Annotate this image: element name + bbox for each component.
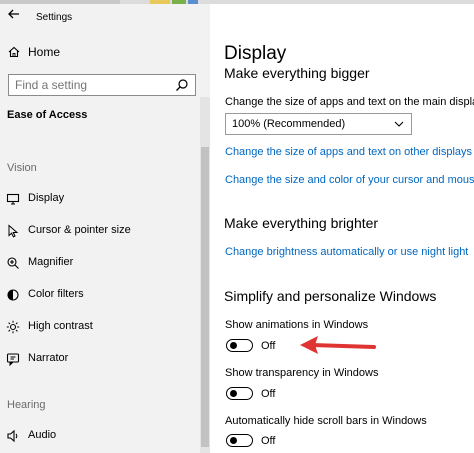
section-heading-simplify: Simplify and personalize Windows bbox=[224, 288, 437, 304]
page-title: Display bbox=[224, 43, 287, 64]
toggle-transparency[interactable] bbox=[226, 387, 253, 400]
section-title: Ease of Access bbox=[7, 109, 88, 121]
annotation-arrow-icon bbox=[300, 336, 376, 354]
cursor-icon bbox=[8, 224, 19, 238]
search-box[interactable] bbox=[8, 74, 196, 96]
toggle-label-transparency: Show transparency in Windows bbox=[225, 367, 379, 379]
scale-label: Change the size of apps and text on the … bbox=[225, 96, 474, 108]
title-bar: Settings bbox=[0, 4, 210, 28]
toggle-knob bbox=[230, 390, 237, 397]
sidebar-item-label: Color filters bbox=[28, 288, 84, 300]
sidebar-item-color-filters[interactable]: Color filters bbox=[0, 285, 200, 307]
sidebar-item-label: High contrast bbox=[28, 320, 93, 332]
toggle-label-animations: Show animations in Windows bbox=[225, 319, 369, 331]
link-other-displays[interactable]: Change the size of apps and text on othe… bbox=[225, 146, 472, 158]
link-cursor-size[interactable]: Change the size and color of your cursor… bbox=[225, 174, 474, 186]
section-heading-brighter: Make everything brighter bbox=[224, 215, 379, 231]
toggle-state-transparency: Off bbox=[261, 388, 276, 400]
search-icon[interactable] bbox=[175, 78, 189, 92]
sidebar: Settings Home Ease of Access Vision Disp… bbox=[0, 4, 210, 453]
sidebar-item-label: Magnifier bbox=[28, 256, 74, 268]
narrator-icon bbox=[6, 353, 20, 366]
search-input[interactable] bbox=[15, 77, 165, 93]
scale-dropdown[interactable]: 100% (Recommended) bbox=[225, 113, 412, 135]
scrollbar-thumb[interactable] bbox=[201, 147, 209, 447]
sidebar-item-high-contrast[interactable]: High contrast bbox=[0, 317, 200, 339]
home-label: Home bbox=[28, 45, 61, 59]
sidebar-item-label: Display bbox=[28, 192, 65, 204]
back-arrow-icon[interactable] bbox=[7, 7, 21, 21]
sidebar-item-label: Cursor & pointer size bbox=[28, 224, 131, 236]
sun-icon bbox=[6, 320, 20, 334]
main-content: Display Make everything bigger Change th… bbox=[210, 4, 474, 453]
toggle-scrollbars[interactable] bbox=[226, 434, 253, 447]
toggle-state-scrollbars: Off bbox=[261, 435, 276, 447]
chevron-down-icon bbox=[394, 121, 404, 127]
section-heading-bigger: Make everything bigger bbox=[224, 65, 370, 81]
scale-value: 100% (Recommended) bbox=[232, 118, 346, 130]
toggle-animations[interactable] bbox=[226, 339, 253, 352]
group-label-hearing: Hearing bbox=[7, 399, 46, 411]
sidebar-item-narrator[interactable]: Narrator bbox=[0, 349, 200, 371]
sidebar-item-cursor[interactable]: Cursor & pointer size bbox=[0, 221, 200, 243]
toggle-state-animations: Off bbox=[261, 340, 276, 352]
sidebar-scrollbar[interactable] bbox=[200, 97, 210, 453]
sidebar-item-magnifier[interactable]: Magnifier bbox=[0, 253, 200, 275]
sidebar-item-audio[interactable]: Audio bbox=[0, 426, 200, 448]
sidebar-item-display[interactable]: Display bbox=[0, 189, 200, 211]
sidebar-item-label: Audio bbox=[28, 429, 57, 441]
group-label-vision: Vision bbox=[7, 162, 37, 174]
color-filter-icon bbox=[7, 289, 19, 301]
magnifier-icon bbox=[7, 257, 19, 269]
speaker-icon bbox=[7, 429, 18, 443]
link-brightness[interactable]: Change brightness automatically or use n… bbox=[225, 246, 468, 258]
toggle-knob bbox=[230, 437, 237, 444]
toggle-label-scrollbars: Automatically hide scroll bars in Window… bbox=[225, 415, 427, 427]
sidebar-item-home[interactable]: Home bbox=[0, 42, 200, 64]
sidebar-item-label: Narrator bbox=[28, 352, 69, 364]
home-icon bbox=[8, 46, 20, 58]
toggle-knob bbox=[230, 342, 237, 349]
app-title: Settings bbox=[36, 12, 73, 23]
monitor-icon bbox=[6, 193, 20, 205]
